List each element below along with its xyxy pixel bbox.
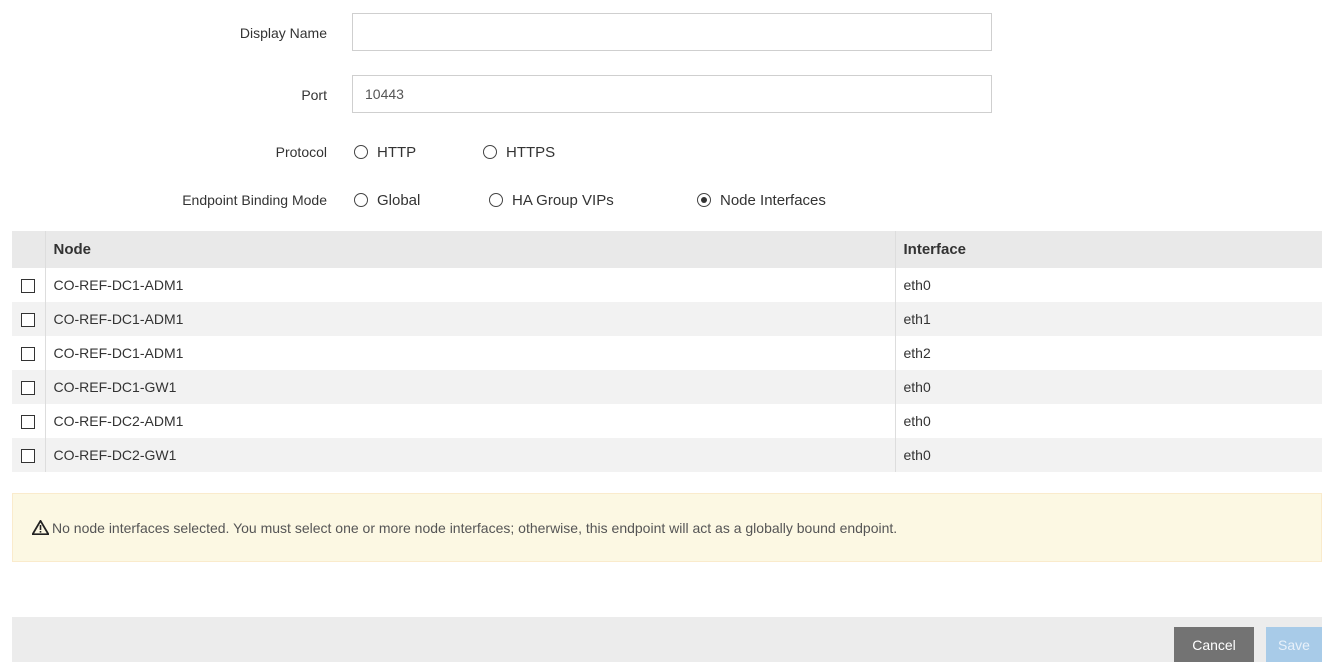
- protocol-http-radio[interactable]: HTTP: [354, 144, 483, 161]
- table-row[interactable]: CO-REF-DC1-ADM1 eth1: [12, 302, 1322, 336]
- row-checkbox[interactable]: [21, 313, 36, 328]
- port-row: Port: [0, 75, 1322, 115]
- interface-cell: eth0: [895, 370, 1322, 404]
- binding-ha-group-label: HA Group VIPs: [512, 191, 614, 209]
- table-row[interactable]: CO-REF-DC1-GW1 eth0: [12, 370, 1322, 404]
- radio-circle-icon[interactable]: [483, 145, 497, 159]
- radio-circle-icon[interactable]: [354, 193, 368, 207]
- port-label: Port: [301, 87, 327, 103]
- node-cell: CO-REF-DC1-ADM1: [45, 302, 896, 336]
- row-select-cell: [12, 438, 46, 472]
- row-select-cell: [12, 302, 46, 336]
- select-column-header: [12, 231, 46, 268]
- port-input[interactable]: [352, 75, 992, 113]
- binding-mode-label: Endpoint Binding Mode: [182, 192, 327, 208]
- protocol-radio-group: HTTP HTTPS: [354, 144, 555, 161]
- binding-global-label: Global: [377, 191, 421, 209]
- row-checkbox[interactable]: [21, 279, 36, 294]
- protocol-http-label: HTTP: [377, 143, 417, 161]
- protocol-row: Protocol HTTP HTTPS: [0, 141, 1322, 163]
- warning-alert: No node interfaces selected. You must se…: [12, 493, 1322, 562]
- warning-triangle-icon: [32, 520, 49, 535]
- node-cell: CO-REF-DC1-ADM1: [45, 336, 896, 370]
- table-header-row: Node Interface: [12, 231, 1322, 268]
- protocol-label: Protocol: [275, 144, 327, 160]
- node-cell: CO-REF-DC2-ADM1: [45, 404, 896, 438]
- row-checkbox[interactable]: [21, 381, 36, 396]
- table-row[interactable]: CO-REF-DC1-ADM1 eth0: [12, 268, 1322, 302]
- interface-cell: eth0: [903, 413, 931, 429]
- interface-cell: eth1: [895, 302, 1322, 336]
- binding-global-radio[interactable]: Global: [354, 192, 489, 209]
- node-cell: CO-REF-DC1-ADM1: [45, 268, 896, 302]
- protocol-https-radio[interactable]: HTTPS: [483, 144, 555, 161]
- node-cell: CO-REF-DC1-GW1: [45, 370, 896, 404]
- dialog-footer: [12, 617, 1322, 662]
- row-select-cell: [12, 268, 46, 302]
- binding-node-interfaces-radio[interactable]: Node Interfaces: [697, 192, 826, 209]
- row-select-cell: [12, 370, 46, 404]
- cancel-button[interactable]: Cancel: [1174, 627, 1254, 662]
- table-row[interactable]: CO-REF-DC1-ADM1 eth2: [12, 336, 1322, 370]
- display-name-input[interactable]: [352, 13, 992, 51]
- display-name-row: Display Name: [0, 13, 1322, 53]
- node-column-header: Node: [45, 231, 896, 268]
- node-interfaces-table: Node Interface CO-REF-DC1-ADM1 eth0 CO-R…: [12, 231, 1322, 472]
- row-checkbox[interactable]: [21, 415, 36, 430]
- warning-text: No node interfaces selected. You must se…: [52, 519, 898, 536]
- radio-circle-icon[interactable]: [489, 193, 503, 207]
- display-name-label: Display Name: [239, 25, 327, 41]
- binding-ha-group-radio[interactable]: HA Group VIPs: [489, 192, 697, 209]
- protocol-https-label: HTTPS: [506, 143, 556, 161]
- radio-checked-icon[interactable]: [697, 193, 711, 207]
- row-select-cell: [12, 336, 46, 370]
- binding-node-interfaces-label: Node Interfaces: [720, 191, 826, 209]
- interface-cell: eth0: [903, 277, 931, 293]
- save-button[interactable]: Save: [1266, 627, 1322, 662]
- node-cell: CO-REF-DC2-GW1: [45, 438, 896, 472]
- row-select-cell: [12, 404, 46, 438]
- interface-column-header: Interface: [895, 231, 1322, 268]
- table-row[interactable]: CO-REF-DC2-ADM1 eth0: [12, 404, 1322, 438]
- interface-cell: eth2: [903, 345, 931, 361]
- row-checkbox[interactable]: [21, 347, 36, 362]
- interface-cell: eth0: [895, 438, 1322, 472]
- binding-mode-row: Endpoint Binding Mode Global HA Group VI…: [0, 189, 1322, 211]
- row-checkbox[interactable]: [21, 449, 36, 464]
- table-row[interactable]: CO-REF-DC2-GW1 eth0: [12, 438, 1322, 472]
- radio-circle-icon[interactable]: [354, 145, 368, 159]
- binding-mode-radio-group: Global HA Group VIPs Node Interfaces: [354, 192, 826, 209]
